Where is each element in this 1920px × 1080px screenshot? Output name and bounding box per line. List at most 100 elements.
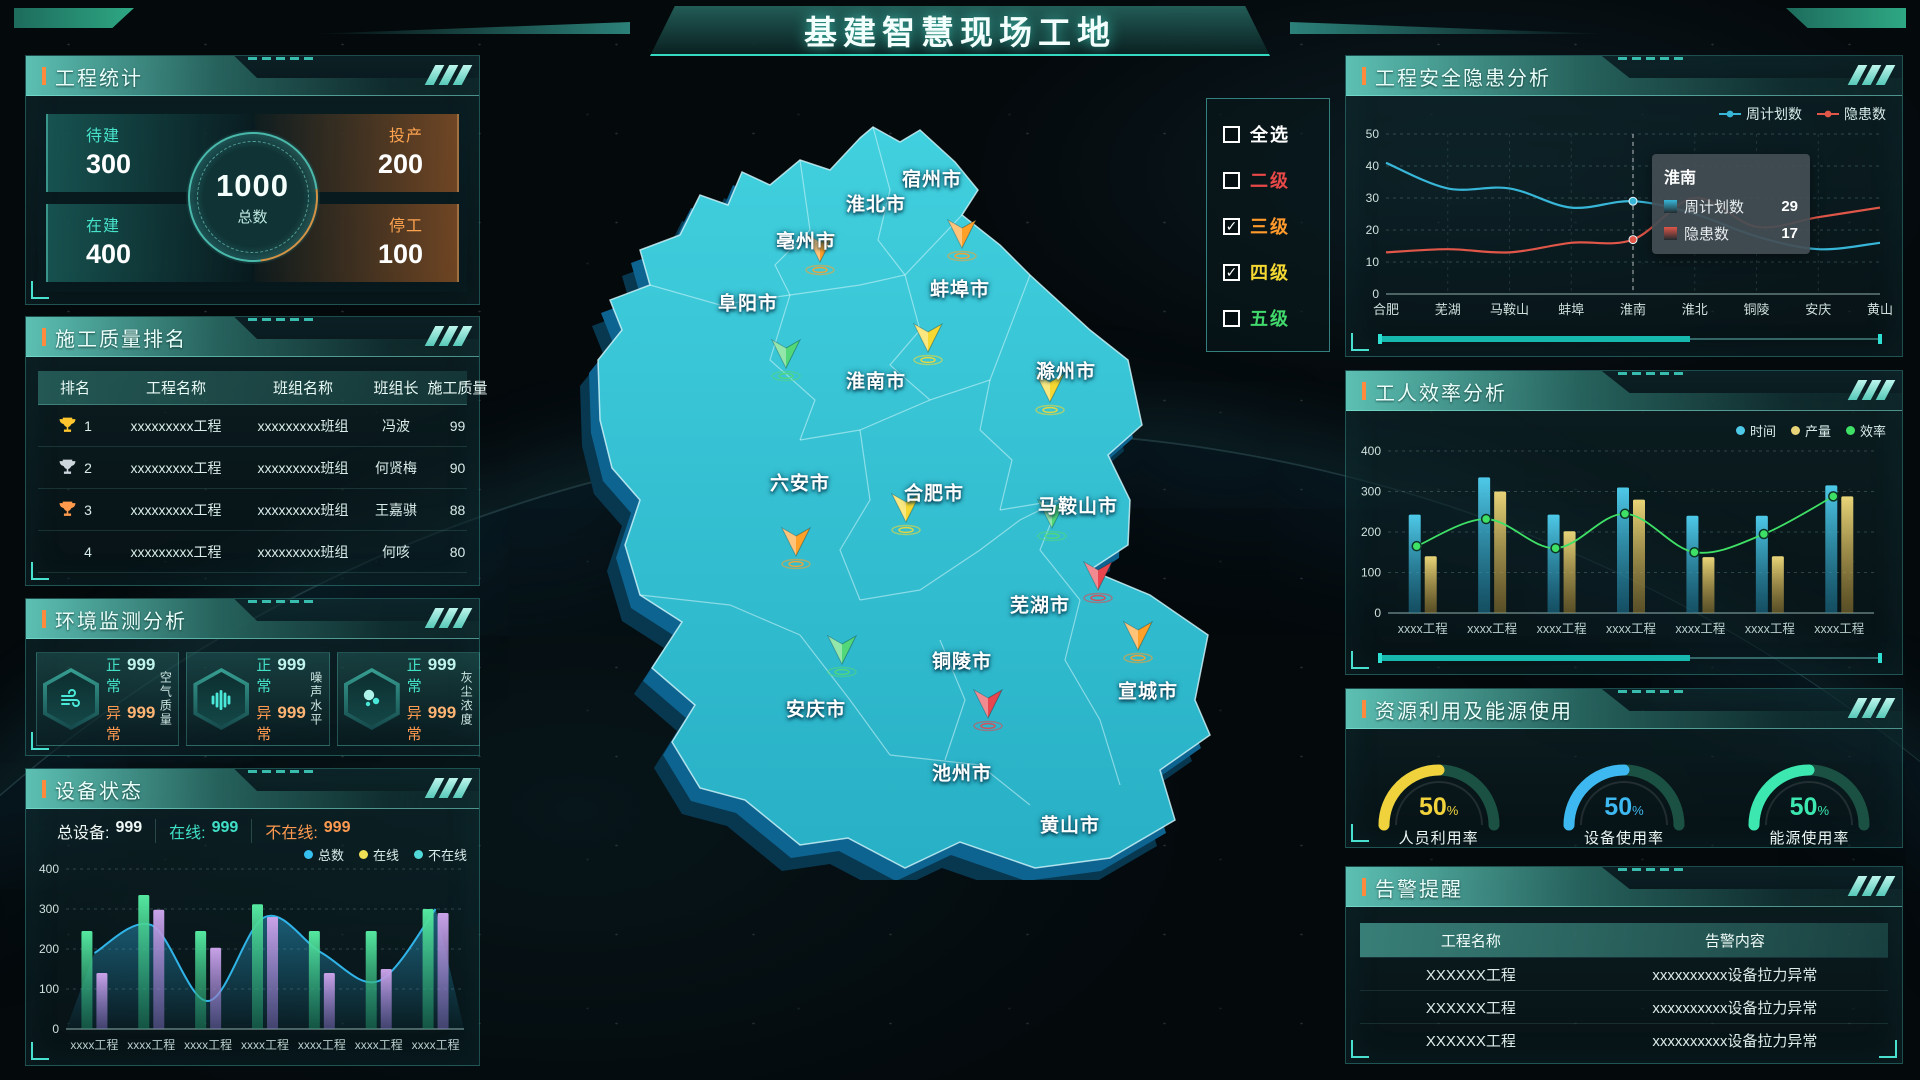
abnormal-value: 999 <box>277 703 305 723</box>
slider-handle-left[interactable] <box>1378 653 1382 663</box>
device-stat-3: 不在线:999 <box>251 819 363 843</box>
legend-label: 隐患数 <box>1844 104 1886 124</box>
legend-item[interactable]: 效率 <box>1846 421 1886 440</box>
metric-label: 灰尘浓度 <box>458 671 475 727</box>
checkbox-icon[interactable] <box>1223 126 1240 143</box>
device-status-chart[interactable]: 0100200300400xxxx工程xxxx工程xxxx工程xxxx工程xxx… <box>34 861 474 1061</box>
normal-value: 999 <box>277 655 305 675</box>
column-header: 班组名称 <box>240 377 366 398</box>
column-header: 班组长 <box>366 377 426 398</box>
panel-quality-ranking: 施工质量排名 排名工程名称班组名称班组长施工质量1xxxxxxxxx工程xxxx… <box>25 316 480 586</box>
column-header: 施工质量 <box>426 377 489 398</box>
legend-item[interactable]: 时间 <box>1736 421 1776 440</box>
slider-fill[interactable] <box>1380 336 1690 342</box>
safety-line-chart[interactable]: 01020304050合肥芜湖马鞍山蚌埠淮南淮北铜陵安庆黄山 <box>1356 122 1894 330</box>
tooltip-series-label: 周计划数 <box>1684 196 1744 217</box>
rank-cell: 4 <box>38 542 112 561</box>
alarm-row: XXXXXX工程xxxxxxxxxx设备拉力异常 <box>1360 957 1888 990</box>
svg-text:淮南: 淮南 <box>1620 302 1646 317</box>
panel-resource-title: 资源利用及能源使用 <box>1362 689 1573 729</box>
chevrons-icon <box>430 608 467 628</box>
header-wing-left <box>310 22 630 34</box>
tooltip-row: 隐患数17 <box>1664 223 1798 244</box>
svg-text:50: 50 <box>1366 127 1380 141</box>
column-header: 告警内容 <box>1582 930 1888 951</box>
project-name: xxxxxxxxx工程 <box>112 542 240 562</box>
checkbox-checked-icon[interactable]: ✓ <box>1223 264 1240 281</box>
pin-icon <box>942 218 982 264</box>
slider-fill[interactable] <box>1380 655 1690 661</box>
device-stat-label: 在线: <box>169 819 205 843</box>
map-marker-pin[interactable] <box>766 338 806 384</box>
alarm-row: XXXXXX工程xxxxxxxxxx设备拉力异常 <box>1360 990 1888 1023</box>
pin-icon <box>1118 620 1158 666</box>
chevrons-icon <box>430 778 467 798</box>
svg-text:200: 200 <box>1361 525 1381 539</box>
filter-option[interactable]: 五级 <box>1223 295 1329 341</box>
worker-efficiency-chart[interactable]: 0100200300400xxxx工程xxxx工程xxxx工程xxxx工程xxx… <box>1354 441 1896 641</box>
slider-handle-right[interactable] <box>1878 334 1882 344</box>
anhui-province-map[interactable] <box>560 100 1220 880</box>
checkbox-icon[interactable] <box>1223 172 1240 189</box>
svg-text:芜湖: 芜湖 <box>1435 302 1461 317</box>
city-label: 六安市 <box>770 469 830 496</box>
svg-text:10: 10 <box>1366 255 1380 269</box>
slider-handle-right[interactable] <box>1878 653 1882 663</box>
worker-zoom-slider[interactable] <box>1380 653 1880 663</box>
city-label: 淮南市 <box>846 367 906 394</box>
map-marker-pin[interactable] <box>1118 620 1158 666</box>
env-values: 正常999异常999 <box>256 654 305 744</box>
env-card-3: 正常999异常999灰尘浓度 <box>337 652 480 746</box>
project-name: xxxxxxxxx工程 <box>112 500 240 520</box>
dust-icon <box>348 672 396 726</box>
rank-cell: 2 <box>38 458 112 477</box>
map-marker-pin[interactable] <box>968 688 1008 734</box>
checkbox-checked-icon[interactable]: ✓ <box>1223 218 1240 235</box>
checkbox-icon[interactable] <box>1223 310 1240 327</box>
alarm-table: 工程名称告警内容XXXXXX工程xxxxxxxxxx设备拉力异常XXXXXX工程… <box>1360 923 1888 1056</box>
svg-text:300: 300 <box>1361 485 1381 499</box>
hexagon-frame <box>344 668 400 730</box>
legend-item[interactable]: 隐患数 <box>1817 104 1886 124</box>
rank-number: 1 <box>84 418 92 434</box>
svg-text:xxxx工程: xxxx工程 <box>1606 621 1657 636</box>
panel-environment-title: 环境监测分析 <box>42 599 187 639</box>
map-marker-pin[interactable] <box>776 526 816 572</box>
svg-text:100: 100 <box>1361 566 1381 580</box>
svg-text:合肥: 合肥 <box>1373 302 1399 317</box>
svg-text:xxxx工程: xxxx工程 <box>1745 621 1796 636</box>
legend-item[interactable]: 产量 <box>1791 421 1831 440</box>
column-header: 排名 <box>38 377 112 398</box>
slider-handle-left[interactable] <box>1378 334 1382 344</box>
rank-number: 3 <box>84 502 92 518</box>
pin-icon <box>1078 560 1118 606</box>
alarm-table-header: 工程名称告警内容 <box>1360 923 1888 957</box>
safety-zoom-slider[interactable] <box>1380 334 1880 344</box>
map-marker-pin[interactable] <box>822 634 862 680</box>
map-marker-pin[interactable] <box>908 322 948 368</box>
normal-line: 正常999 <box>106 654 155 696</box>
map-marker-pin[interactable] <box>1078 560 1118 606</box>
svg-text:0: 0 <box>52 1022 59 1036</box>
map-marker-pin[interactable] <box>942 218 982 264</box>
filter-option[interactable]: ✓四级 <box>1223 249 1329 295</box>
pin-icon <box>776 526 816 572</box>
filter-option[interactable]: 全选 <box>1223 111 1329 157</box>
legend-item[interactable]: 周计划数 <box>1719 104 1802 124</box>
filter-option[interactable]: 二级 <box>1223 157 1329 203</box>
city-label: 安庆市 <box>786 695 846 722</box>
svg-text:xxxx工程: xxxx工程 <box>1537 621 1588 636</box>
quality-score: 99 <box>426 418 489 434</box>
filter-option[interactable]: ✓三级 <box>1223 203 1329 249</box>
total-value: 1000 <box>216 168 289 204</box>
city-label: 淮北市 <box>846 190 906 217</box>
svg-text:xxxx工程: xxxx工程 <box>127 1037 175 1052</box>
legend-label: 产量 <box>1805 421 1831 440</box>
city-label: 亳州市 <box>776 227 836 254</box>
gauge-number: 50 <box>1419 793 1447 821</box>
device-stats: 总设备:999在线:999不在线:999 <box>44 819 363 843</box>
city-label: 宿州市 <box>902 165 962 192</box>
chevrons-icon <box>430 65 467 85</box>
tooltip-series-marker <box>1664 200 1677 213</box>
noise-icon <box>197 672 245 726</box>
